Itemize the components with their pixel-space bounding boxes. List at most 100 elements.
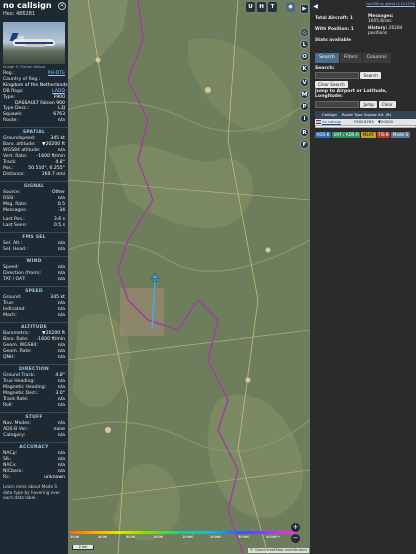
column-header[interactable]: Callsign [321, 111, 341, 119]
map-button-target[interactable]: ◎ [300, 28, 309, 37]
altitude-legend-label: 30000 [238, 535, 250, 539]
jump-input[interactable] [315, 100, 359, 108]
map-button-h[interactable]: H [257, 2, 266, 12]
right-panel: ◀ tar1090 on github (3.14.1570) Total Ai… [310, 0, 416, 554]
source-badge-mode-s: Mode-S [391, 132, 410, 138]
with-position-label: With Position: [315, 27, 350, 32]
map-button-o[interactable]: O [300, 52, 309, 61]
section-title-direction: DIRECTION [0, 364, 68, 373]
altitude-legend-label: 4000 [98, 535, 108, 539]
map-button-l[interactable]: L [300, 40, 309, 49]
clear-button[interactable]: Clear [378, 100, 396, 108]
layers-icon[interactable]: ◆ [286, 2, 295, 12]
tab-columns[interactable]: Columns [362, 53, 391, 63]
map-button-k[interactable]: K [300, 64, 309, 73]
source-badge-ads-b: ADS-B [315, 132, 331, 138]
zoom-in-button[interactable]: + [291, 523, 300, 532]
search-area: Search: Search Clear Search Jump to Airp… [315, 66, 415, 108]
version-link[interactable]: tar1090 on github (3.14.1570) [366, 2, 415, 6]
column-header[interactable]: Squawk [363, 111, 377, 119]
sidebar-footer-note: Learn more about Mode S data type by hov… [3, 484, 61, 500]
search-button[interactable]: Search [360, 72, 381, 79]
info-label: QNH: [3, 355, 16, 361]
section-title-fms-sel: FMS SEL [0, 232, 68, 241]
section-title-spatial: SPATIAL [0, 127, 68, 136]
table-horizontal-scrollbar[interactable] [315, 125, 416, 128]
info-value: n/a [57, 433, 65, 439]
info-value: n/a [57, 313, 65, 319]
altitude-legend-label: 2000 [70, 535, 80, 539]
aircraft-hex: Hex: 486281 [3, 11, 65, 17]
jump-button[interactable]: Jump [360, 100, 378, 108]
column-header[interactable]: Alt. (ft) [377, 111, 393, 119]
info-value: 34 [59, 208, 65, 214]
hex-label: Hex: [3, 11, 15, 17]
section-title-speed: SPEED [0, 286, 68, 295]
source-badge-tis-b: TIS-B [376, 132, 391, 138]
map-button-arrow[interactable]: ▶ [300, 4, 309, 14]
map-button-m[interactable]: M [300, 90, 309, 99]
aircraft-table-header: CallsignRouteTypeSquawkAlt. (ft) [315, 111, 416, 119]
aircraft-detail-sections: SPATIAL Groundspeed: 345 kt Baro. altitude:… [0, 127, 68, 481]
search-input[interactable] [315, 72, 359, 79]
section-title-signal: SIGNAL [0, 181, 68, 190]
info-label: Messages: [3, 208, 28, 214]
tab-search[interactable]: Search [315, 53, 339, 63]
column-header[interactable]: Route [341, 111, 353, 119]
info-label: Rc: [3, 475, 11, 481]
map-button-f[interactable]: F [300, 140, 309, 149]
info-value: 160.7 nmi [41, 172, 65, 178]
total-aircraft-value: 1 [349, 16, 353, 21]
aircraft-marker-icon[interactable] [150, 272, 160, 282]
info-row: Route: n/a [0, 118, 68, 124]
altitude-legend-label: 40000+ [266, 535, 281, 539]
info-value[interactable]: PH-DTE [48, 71, 65, 77]
info-row: Country of Reg.: Kingdom of the Netherlan… [0, 77, 68, 89]
info-label: Type: [3, 94, 16, 100]
info-row: Sel. Head.: n/a [0, 247, 68, 253]
info-value: n/a [57, 355, 65, 361]
map-attribution[interactable]: © OpenStreetMap contributors [247, 548, 309, 553]
map-button-p[interactable]: P [300, 102, 309, 111]
clear-search-button[interactable]: Clear Search [315, 81, 348, 88]
altitude-legend-label: 20000 [210, 535, 222, 539]
panel-tabs: Search Filters Columns [315, 53, 391, 63]
info-row: TAT / OAT: n/a [0, 277, 68, 283]
info-label: Roll: [3, 403, 13, 409]
aircraft-detail-sidebar: no callsign Hex: 486281 × Image © Floria… [0, 0, 68, 554]
stats-available-link[interactable]: Stats available [315, 38, 367, 43]
source-badge-mlat: MLAT [361, 132, 376, 138]
info-value: n/a [57, 277, 65, 283]
source-badge-uat-ads-r: UAT / ADS-R [331, 132, 361, 138]
aircraft-table: CallsignRouteTypeSquawkAlt. (ft) no call… [315, 111, 416, 128]
panel-collapse-icon[interactable]: ◀ [312, 2, 319, 11]
section-title-accuracy: ACCURACY [0, 442, 68, 451]
map-button-i[interactable]: I [300, 114, 309, 123]
map-button-v[interactable]: V [300, 78, 309, 87]
section-title-altitude: ALTITUDE [0, 322, 68, 331]
info-row: Last Seen: 0.5 s [0, 223, 68, 229]
close-icon[interactable]: × [58, 2, 66, 10]
zoom-out-button[interactable]: − [291, 534, 300, 543]
aircraft-photo[interactable] [3, 22, 65, 64]
map-view[interactable]: U H T ◆ ▶ ◎ L O K V M P I R F 2000 4000 6000 8000 1000… [68, 0, 310, 554]
column-header[interactable]: Type [353, 111, 363, 119]
info-label: Route: [3, 118, 18, 124]
hex-value: 486281 [16, 11, 36, 17]
info-value: F900 [53, 94, 65, 100]
info-label: Category: [3, 433, 26, 439]
altitude-legend-label: 6000 [126, 535, 136, 539]
info-value: n/a [57, 118, 65, 124]
info-value: 0.5 s [53, 223, 65, 229]
info-row: QNH: n/a [0, 355, 68, 361]
sidebar-header: no callsign Hex: 486281 × [0, 0, 68, 22]
altitude-legend: 2000 4000 6000 8000 10000 20000 30000 40000+ [70, 531, 296, 539]
map-scale: 2 km [72, 545, 94, 550]
map-button-u[interactable]: U [246, 2, 255, 12]
map-button-r[interactable]: R [300, 128, 309, 137]
tab-filters[interactable]: Filters [339, 53, 362, 63]
map-button-t[interactable]: T [268, 2, 277, 12]
jump-label: Jump to Airport or Latitude, Longitude: [315, 89, 387, 100]
info-value: unknown [44, 475, 65, 481]
total-aircraft-label: Total Aircraft: [315, 16, 349, 21]
